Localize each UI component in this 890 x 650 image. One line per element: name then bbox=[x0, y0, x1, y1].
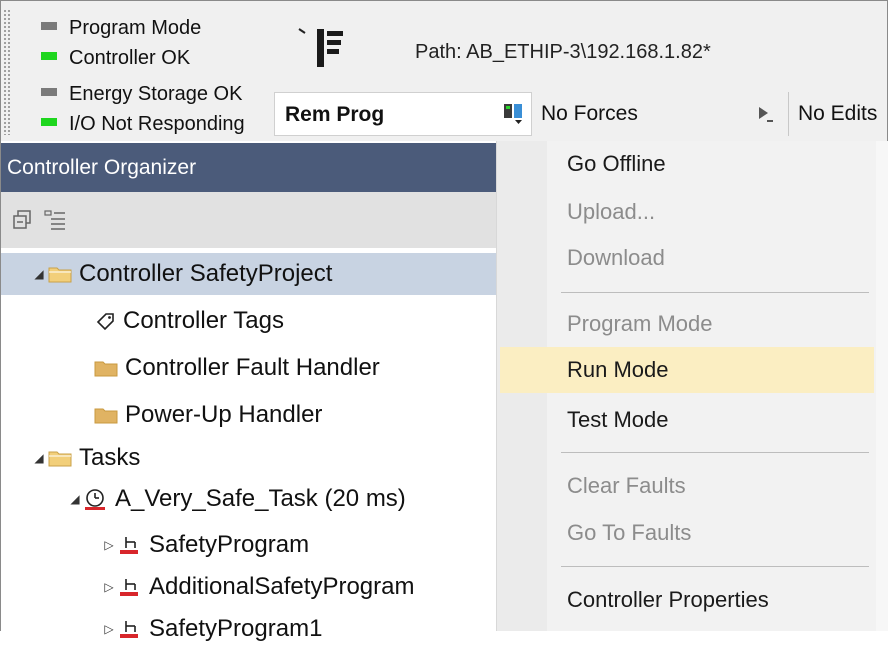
tree-item-label: Controller Tags bbox=[123, 307, 284, 334]
status-controller-ok: Controller OK bbox=[41, 45, 190, 71]
tree-item-power-up-handler[interactable]: Power-Up Handler bbox=[1, 394, 496, 436]
forces-dropdown[interactable]: No Forces bbox=[535, 92, 789, 136]
mode-label: Rem Prog bbox=[285, 103, 385, 126]
expand-collapse-icon[interactable]: ◢ bbox=[31, 451, 47, 465]
menu-separator bbox=[561, 452, 869, 453]
tree-item-label: Tasks bbox=[79, 444, 141, 471]
tree-item-safety-program[interactable]: ▷ SafetyProgram bbox=[1, 524, 496, 566]
tree-item-controller-tags[interactable]: Controller Tags bbox=[1, 300, 496, 342]
safety-program-icon bbox=[120, 621, 138, 638]
safety-program-icon bbox=[120, 579, 138, 596]
online-toolbar: Program Mode Controller OK Energy Storag… bbox=[1, 1, 887, 141]
safety-program-icon bbox=[120, 537, 138, 554]
tree-item-fault-handler[interactable]: Controller Fault Handler bbox=[1, 347, 496, 389]
folder-icon bbox=[94, 361, 118, 377]
tree-item-label: Controller SafetyProject bbox=[79, 260, 333, 287]
menu-scrollbar bbox=[876, 141, 888, 631]
status-label: Controller OK bbox=[69, 46, 191, 69]
expand-collapse-icon[interactable]: ◢ bbox=[67, 492, 83, 506]
status-io: I/O Not Responding bbox=[41, 111, 245, 137]
controller-mode-icon bbox=[504, 104, 522, 124]
controller-mode-icon[interactable] bbox=[297, 23, 353, 69]
controller-mode-dropdown[interactable]: Rem Prog bbox=[274, 92, 532, 136]
menu-separator bbox=[561, 566, 869, 567]
tag-icon bbox=[96, 313, 114, 331]
menu-item-download: Download bbox=[567, 245, 665, 270]
menu-item-go-to-faults: Go To Faults bbox=[567, 520, 692, 545]
status-label: Energy Storage OK bbox=[69, 82, 243, 105]
folder-icon bbox=[48, 451, 72, 467]
status-label: I/O Not Responding bbox=[69, 112, 245, 135]
tree-item-label: SafetyProgram1 bbox=[149, 615, 323, 642]
status-label: Program Mode bbox=[69, 16, 202, 39]
communication-path: Path: AB_ETHIP-3\192.168.1.82* bbox=[415, 41, 711, 63]
folder-icon bbox=[48, 267, 72, 283]
tree-item-tasks[interactable]: ◢ Tasks bbox=[1, 437, 496, 479]
led-indicator-icon bbox=[41, 118, 57, 126]
tree-item-label: AdditionalSafetyProgram bbox=[149, 573, 415, 600]
controller-mode-menu: Go Offline Upload... Download Program Mo… bbox=[496, 141, 888, 631]
menu-item-clear-faults: Clear Faults bbox=[567, 473, 686, 498]
organizer-header: Controller Organizer bbox=[1, 143, 496, 192]
menu-item-controller-properties[interactable]: Controller Properties bbox=[547, 577, 874, 623]
tree-item-periodic-task[interactable]: ◢ A_Very_Safe_Task (20 ms) bbox=[1, 478, 496, 520]
tree-item-label: Controller Fault Handler bbox=[125, 354, 380, 381]
controller-organizer-panel: Controller Organizer ◢ Controller Safety… bbox=[1, 141, 496, 642]
organizer-title: Controller Organizer bbox=[7, 156, 197, 179]
tree-item-label: A_Very_Safe_Task (20 ms) bbox=[115, 485, 406, 512]
led-indicator-icon bbox=[41, 52, 57, 60]
menu-item-program-mode: Program Mode bbox=[567, 311, 713, 336]
edits-status[interactable]: No Edits bbox=[798, 102, 877, 126]
expand-collapse-icon[interactable]: ▷ bbox=[101, 622, 117, 636]
forces-label: No Forces bbox=[541, 102, 638, 125]
menu-separator bbox=[561, 292, 869, 293]
tree-item-controller[interactable]: ◢ Controller SafetyProject bbox=[1, 253, 496, 295]
collapse-all-icon[interactable] bbox=[11, 208, 35, 232]
tree-item-safety-program-1[interactable]: ▷ SafetyProgram1 bbox=[1, 608, 496, 650]
menu-item-go-offline[interactable]: Go Offline bbox=[547, 141, 874, 187]
tree-item-label: SafetyProgram bbox=[149, 531, 310, 558]
play-arrow-icon bbox=[759, 107, 773, 122]
led-indicator-icon bbox=[41, 22, 57, 30]
periodic-task-icon bbox=[85, 489, 105, 510]
folder-icon bbox=[94, 408, 118, 424]
menu-item-test-mode[interactable]: Test Mode bbox=[547, 397, 874, 443]
status-program-mode: Program Mode bbox=[41, 15, 201, 41]
show-list-icon[interactable] bbox=[43, 208, 67, 232]
expand-collapse-icon[interactable]: ◢ bbox=[31, 267, 47, 281]
organizer-toolbar bbox=[1, 192, 496, 248]
menu-item-run-mode[interactable]: Run Mode bbox=[500, 347, 874, 393]
led-indicator-icon bbox=[41, 88, 57, 96]
tree-item-additional-safety-program[interactable]: ▷ AdditionalSafetyProgram bbox=[1, 566, 496, 608]
expand-collapse-icon[interactable]: ▷ bbox=[101, 580, 117, 594]
menu-item-upload: Upload... bbox=[567, 199, 656, 224]
status-energy-storage: Energy Storage OK bbox=[41, 81, 242, 107]
toolbar-grip-handle[interactable] bbox=[3, 9, 11, 135]
expand-collapse-icon[interactable]: ▷ bbox=[101, 538, 117, 552]
tree-item-label: Power-Up Handler bbox=[125, 401, 323, 428]
